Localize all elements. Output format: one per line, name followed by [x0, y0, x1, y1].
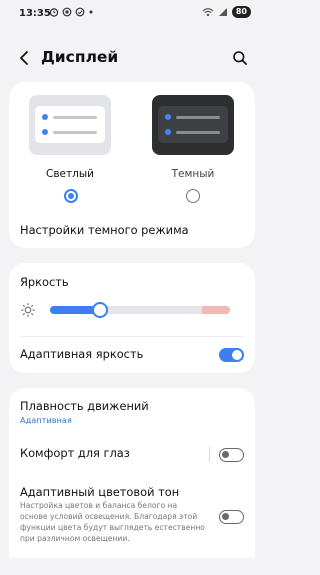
- display-options-card: Плавность движений Адаптивная Комфорт дл…: [9, 388, 255, 558]
- more-notifications-icon: [89, 10, 93, 14]
- preview-dot: [42, 129, 48, 135]
- light-theme-radio[interactable]: [64, 189, 78, 203]
- preview-dot: [42, 114, 48, 120]
- brightness-slider-thumb[interactable]: [92, 302, 109, 318]
- brightness-label: Яркость: [20, 275, 69, 289]
- light-preview-card: [35, 106, 105, 143]
- motion-smoothness-value: Адаптивная: [20, 415, 72, 425]
- status-time: 13:35: [19, 8, 51, 19]
- adaptive-brightness-label: Адаптивная яркость: [20, 347, 144, 361]
- motion-smoothness-label[interactable]: Плавность движений: [20, 399, 149, 413]
- preview-line: [176, 130, 220, 134]
- brightness-slider[interactable]: [50, 306, 230, 314]
- eye-comfort-toggle[interactable]: [219, 448, 244, 462]
- separator: [209, 447, 210, 462]
- system-icons: 80: [202, 6, 251, 18]
- signal-icon: [218, 8, 227, 16]
- wifi-icon: [202, 8, 214, 17]
- preview-line: [53, 130, 97, 134]
- light-theme-preview[interactable]: [29, 95, 111, 155]
- battery-level: 80: [231, 6, 251, 18]
- preview-line: [53, 115, 97, 119]
- recording-icon: [62, 7, 72, 17]
- search-button[interactable]: [230, 48, 250, 68]
- theme-card: Светлый Темный Настройки темного режима: [9, 82, 255, 248]
- dark-theme-radio[interactable]: [186, 189, 200, 203]
- status-bar: 13:35 80: [0, 0, 265, 28]
- divider: [20, 336, 244, 337]
- preview-dot: [165, 129, 171, 135]
- page-title: Дисплей: [41, 48, 119, 66]
- back-arrow-icon: [20, 51, 28, 65]
- adaptive-color-tone-label[interactable]: Адаптивный цветовой тон: [20, 485, 179, 499]
- dark-theme-label: Темный: [171, 168, 215, 180]
- alarm-icon: [49, 8, 59, 17]
- adaptive-brightness-toggle[interactable]: [219, 348, 244, 362]
- app-header: Дисплей: [0, 40, 265, 76]
- dark-preview-card: [158, 106, 228, 143]
- brightness-high-zone: [202, 306, 230, 314]
- brightness-sun-icon: [21, 303, 35, 317]
- sync-icon: [75, 7, 85, 17]
- notification-icons: [49, 7, 94, 17]
- preview-dot: [165, 114, 171, 120]
- light-theme-label: Светлый: [46, 168, 94, 180]
- preview-line: [176, 115, 220, 119]
- adaptive-color-tone-toggle[interactable]: [219, 510, 244, 524]
- search-icon: [233, 51, 247, 65]
- eye-comfort-label[interactable]: Комфорт для глаз: [20, 446, 130, 460]
- dark-theme-preview[interactable]: [152, 95, 234, 155]
- adaptive-color-tone-description: Настройка цветов и баланса белого на осн…: [20, 501, 205, 543]
- back-button[interactable]: [14, 48, 34, 68]
- dark-mode-settings-link[interactable]: Настройки темного режима: [20, 223, 189, 237]
- brightness-card: Яркость Адаптивная яркость: [9, 263, 255, 373]
